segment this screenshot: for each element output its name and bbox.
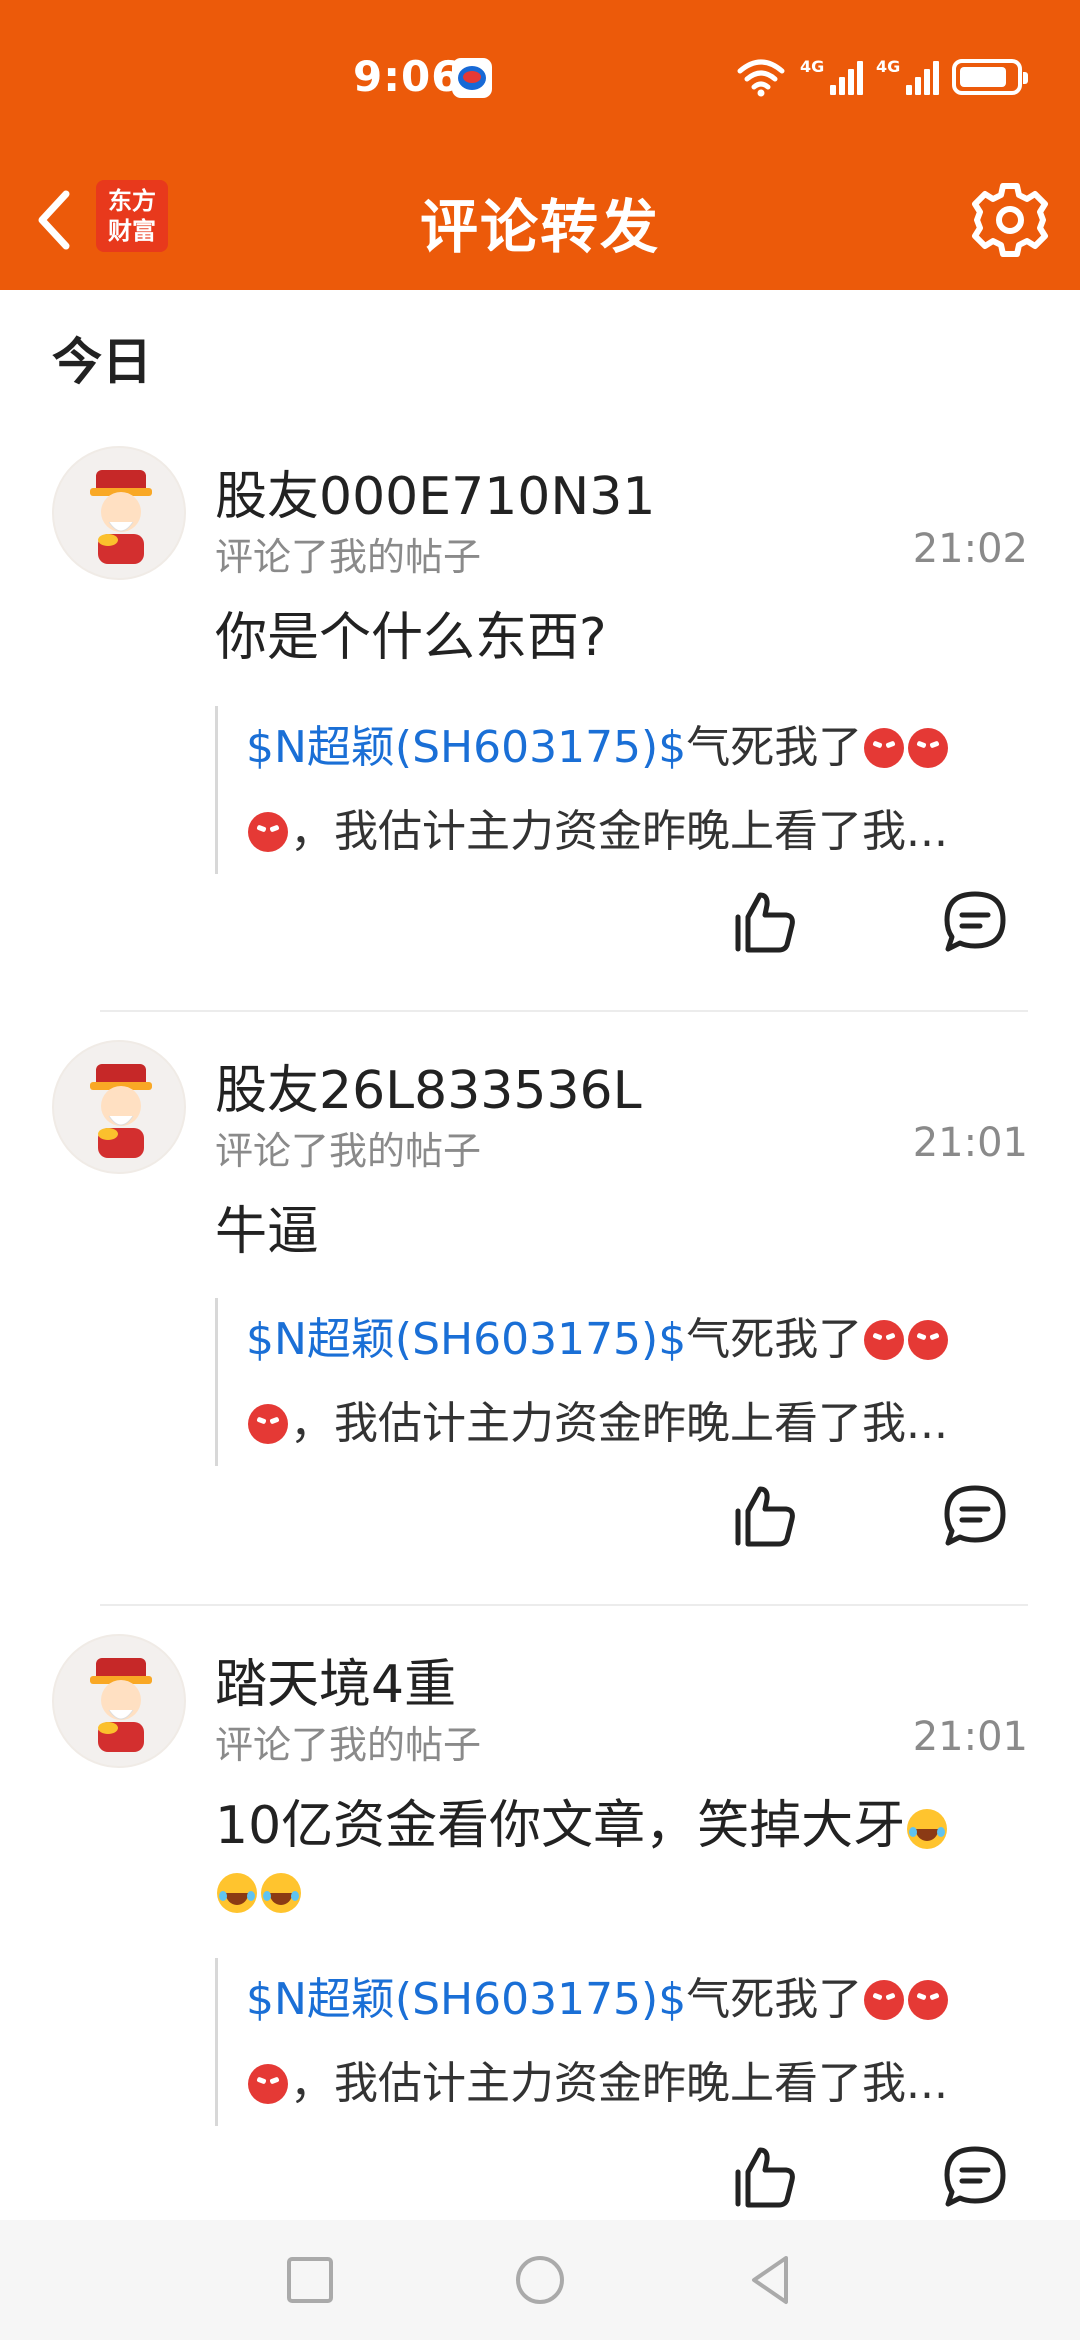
network-type-2: 4G: [876, 57, 901, 76]
system-nav-bar: [0, 2220, 1080, 2340]
laughing-emoji-icon: [217, 1873, 257, 1913]
timestamp: 21:02: [912, 526, 1028, 572]
quote-text: 气死我了: [686, 1314, 863, 1365]
nav-back-icon[interactable]: [740, 2250, 800, 2310]
thumbs-up-icon[interactable]: [732, 889, 798, 955]
angry-emoji-icon: [248, 812, 288, 852]
angry-emoji-icon: [864, 1980, 905, 2020]
angry-emoji-icon: [908, 1980, 949, 2020]
avatar[interactable]: [52, 1040, 186, 1174]
timestamp: 21:01: [912, 1714, 1028, 1760]
status-icons: 4G 4G: [736, 54, 1028, 100]
comment-bubble-icon[interactable]: [942, 1483, 1008, 1549]
quoted-post[interactable]: $N超颖(SH603175)$气死我了 ，我估计主力资金昨晚上看了我...: [215, 1958, 1015, 2126]
wifi-icon: [737, 59, 785, 97]
notification-item[interactable]: 踏天境4重 评论了我的帖子 21:01 10亿资金看你文章，笑掉大牙 $N超颖(…: [0, 1634, 1080, 2220]
quote-text: 气死我了: [686, 1974, 863, 2025]
divider: [100, 1604, 1028, 1606]
notification-item[interactable]: 股友26L833536L 评论了我的帖子 21:01 牛逼 $N超颖(SH603…: [0, 1040, 1080, 1600]
thumbs-up-icon[interactable]: [732, 1483, 798, 1549]
quote-line2: ，我估计主力资金昨晚上看了我...: [290, 2058, 948, 2109]
comment-content: 10亿资金看你文章，笑掉大牙: [215, 1794, 1015, 1922]
avatar-fortune-god-icon: [90, 1064, 152, 1158]
comment-content: 你是个什么东西?: [215, 608, 607, 668]
nav-recents-icon[interactable]: [280, 2250, 340, 2310]
avatar-fortune-god-icon: [90, 470, 152, 564]
cell-signal-1-icon: 4G: [800, 57, 863, 97]
action-text: 评论了我的帖子: [215, 1129, 482, 1173]
quoted-post[interactable]: $N超颖(SH603175)$气死我了 ，我估计主力资金昨晚上看了我...: [215, 1298, 1015, 1466]
stock-link[interactable]: $N超颖(SH603175)$: [246, 1974, 686, 2025]
settings-gear-icon[interactable]: [968, 178, 1052, 262]
nav-home-icon[interactable]: [510, 2250, 570, 2310]
timestamp: 21:01: [912, 1120, 1028, 1166]
battery-icon: [952, 59, 1028, 95]
angry-emoji-icon: [248, 1404, 288, 1444]
angry-emoji-icon: [908, 728, 949, 768]
divider: [100, 1010, 1028, 1012]
section-title-today: 今日: [52, 333, 152, 391]
comment-content: 牛逼: [215, 1202, 320, 1262]
comment-bubble-icon[interactable]: [942, 2144, 1008, 2210]
angry-emoji-icon: [864, 728, 905, 768]
quoted-post[interactable]: $N超颖(SH603175)$气死我了 ，我估计主力资金昨晚上看了我...: [215, 706, 1015, 874]
comment-bubble-icon[interactable]: [942, 889, 1008, 955]
action-text: 评论了我的帖子: [215, 535, 482, 579]
cell-signal-2-icon: 4G: [876, 57, 939, 97]
header: 东方 财富 评论转发: [0, 150, 1080, 290]
comment-text: 10亿资金看你文章，笑掉大牙: [215, 1796, 906, 1856]
status-bar: 9:06 4G 4G: [0, 0, 1080, 150]
quote-text: 气死我了: [686, 722, 863, 773]
username[interactable]: 股友000E710N31: [215, 454, 655, 529]
avatar[interactable]: [52, 446, 186, 580]
avatar[interactable]: [52, 1634, 186, 1768]
quote-line2: ，我估计主力资金昨晚上看了我...: [290, 1398, 948, 1449]
laughing-emoji-icon: [907, 1809, 948, 1849]
angry-emoji-icon: [248, 2064, 288, 2104]
angry-emoji-icon: [864, 1320, 905, 1360]
battery-fill: [960, 67, 1006, 87]
thumbs-up-icon[interactable]: [732, 2144, 798, 2210]
angry-emoji-icon: [908, 1320, 949, 1360]
status-time: 9:06: [353, 52, 462, 101]
username[interactable]: 踏天境4重: [215, 1642, 456, 1717]
username[interactable]: 股友26L833536L: [215, 1048, 642, 1123]
page-title: 评论转发: [419, 193, 660, 261]
avatar-fortune-god-icon: [90, 1658, 152, 1752]
notification-item[interactable]: 股友000E710N31 评论了我的帖子 21:02 你是个什么东西? $N超颖…: [0, 446, 1080, 1006]
network-type-1: 4G: [800, 57, 825, 76]
quote-line2: ，我估计主力资金昨晚上看了我...: [290, 806, 948, 857]
action-text: 评论了我的帖子: [215, 1723, 482, 1767]
stock-link[interactable]: $N超颖(SH603175)$: [246, 722, 686, 773]
stock-link[interactable]: $N超颖(SH603175)$: [246, 1314, 686, 1365]
laughing-emoji-icon: [261, 1873, 301, 1913]
notification-app-icon: [452, 58, 492, 98]
